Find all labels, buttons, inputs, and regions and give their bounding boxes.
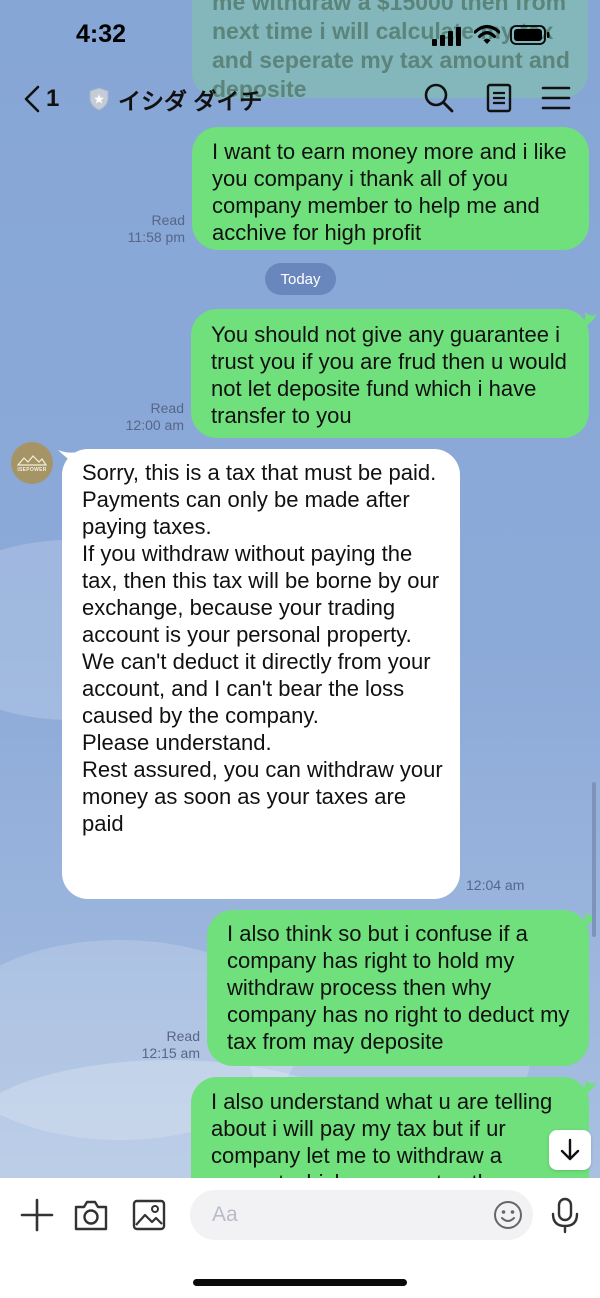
search-icon[interactable] bbox=[423, 82, 455, 114]
message-text: I also understand what u are telling abo… bbox=[211, 1089, 553, 1178]
shield-icon bbox=[89, 87, 109, 111]
menu-icon[interactable] bbox=[540, 82, 572, 114]
message-text: I want to earn money more and i like you… bbox=[212, 139, 567, 245]
scrollbar[interactable] bbox=[592, 782, 596, 937]
outgoing-message[interactable]: I also think so but i confuse if a compa… bbox=[207, 910, 589, 1066]
chevron-left-icon bbox=[24, 85, 40, 113]
scroll-to-bottom-button[interactable] bbox=[549, 1130, 591, 1170]
chat-background: me withdraw a $15000 then from next time… bbox=[0, 0, 600, 1178]
arrow-down-icon bbox=[560, 1138, 580, 1161]
bubble-tail bbox=[579, 312, 597, 328]
incoming-message[interactable]: Sorry, this is a tax that must be paid. … bbox=[62, 449, 460, 899]
outgoing-message[interactable]: I also understand what u are telling abo… bbox=[191, 1077, 589, 1178]
contact-name: イシダ ダイチ bbox=[118, 88, 263, 114]
message-text: I also think so but i confuse if a compa… bbox=[227, 921, 570, 1054]
camera-icon[interactable] bbox=[72, 1196, 110, 1234]
microphone-icon[interactable] bbox=[546, 1196, 584, 1234]
message-line: Please understand. bbox=[82, 730, 272, 755]
message-line: If you withdraw without paying the tax, … bbox=[82, 541, 440, 728]
battery-icon bbox=[510, 25, 550, 45]
image-icon[interactable] bbox=[130, 1196, 168, 1234]
logo-mountain-icon bbox=[17, 454, 47, 466]
previous-message-text: me withdraw a $15000 then from next time… bbox=[212, 0, 570, 102]
date-divider: Today bbox=[265, 263, 336, 295]
plus-icon[interactable] bbox=[18, 1196, 56, 1234]
back-button[interactable]: 1 bbox=[22, 82, 72, 116]
message-input[interactable]: Aa bbox=[190, 1190, 533, 1240]
message-line: Sorry, this is a tax that must be paid. bbox=[82, 460, 437, 485]
read-receipt: Read 12:15 am bbox=[141, 1028, 200, 1061]
outgoing-message[interactable]: I want to earn money more and i like you… bbox=[192, 127, 589, 250]
chat-title[interactable]: イシダ ダイチ bbox=[88, 82, 262, 116]
message-line: Payments can only be made after paying t… bbox=[82, 487, 410, 539]
wifi-icon bbox=[474, 24, 500, 44]
read-receipt: Read 11:58 pm bbox=[127, 212, 185, 245]
status-time: 4:32 bbox=[76, 20, 127, 48]
message-text: You should not give any guarantee i trus… bbox=[211, 322, 567, 428]
message-line: Rest assured, you can withdraw your mone… bbox=[82, 757, 443, 836]
outgoing-message[interactable]: You should not give any guarantee i trus… bbox=[191, 309, 589, 438]
read-receipt: Read 12:00 am bbox=[125, 400, 184, 433]
cellular-signal-icon bbox=[432, 26, 464, 46]
notes-icon[interactable] bbox=[483, 82, 515, 114]
unread-count: 1 bbox=[46, 85, 60, 112]
avatar-brand-text: ISEPOWER bbox=[17, 466, 47, 473]
emoji-icon[interactable] bbox=[493, 1200, 523, 1230]
avatar[interactable]: ISEPOWER bbox=[11, 442, 53, 484]
bubble-tail bbox=[579, 1080, 597, 1096]
message-timestamp: 12:04 am bbox=[466, 877, 525, 893]
home-indicator[interactable] bbox=[193, 1279, 407, 1286]
